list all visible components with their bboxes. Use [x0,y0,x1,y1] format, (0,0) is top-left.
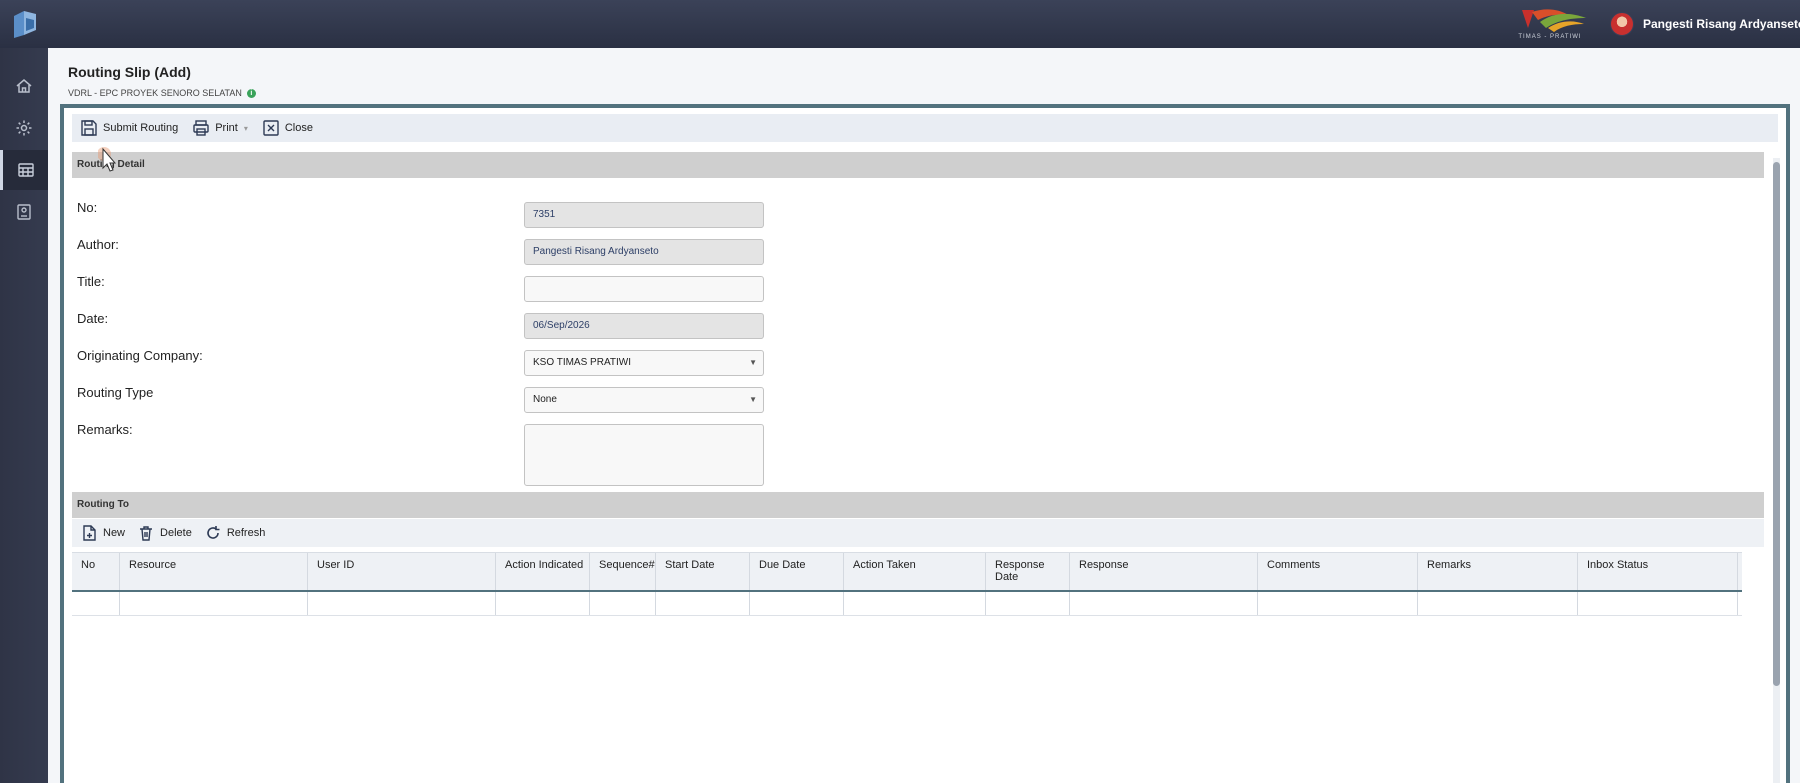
company-select-value: KSO TIMAS PRATIWI [533,357,631,368]
column-header-due-date[interactable]: Due Date [750,553,844,590]
remarks-textarea[interactable] [524,424,764,486]
title-label: Title: [77,274,105,289]
column-header-response[interactable]: Response [1070,553,1258,590]
info-icon[interactable]: i [246,88,256,98]
new-label: New [103,527,126,539]
column-header-sequence[interactable]: Sequence# [590,553,656,590]
dashboard-icon [17,163,34,177]
main-toolbar: Submit Routing Print ▾ Close [72,114,1778,142]
trash-icon [140,526,153,541]
app-logo[interactable] [10,8,40,40]
print-button[interactable]: Print [192,119,238,137]
brand-logo-text: TIMAS - PRATIWI [1518,34,1582,40]
sidebar-item-dashboard[interactable] [0,150,48,190]
title-field[interactable] [524,276,764,302]
sidebar-item-documents[interactable] [0,192,48,232]
grid-header: No Resource User ID Action Indicated Seq… [72,552,1742,592]
routing-type-label: Routing Type [77,385,154,400]
top-bar: TIMAS - PRATIWI Pangesti Risang Ardyanse… [0,0,1800,48]
save-icon [81,120,97,136]
home-icon [16,79,32,93]
column-header-start-date[interactable]: Start Date [656,553,750,590]
refresh-label: Refresh [226,527,266,539]
close-icon [263,120,279,136]
column-header-user-id[interactable]: User ID [308,553,496,590]
column-header-resource[interactable]: Resource [120,553,308,590]
routing-type-select[interactable]: None ▼ [524,387,764,413]
refresh-icon [207,526,220,539]
no-field: 7351 [524,202,764,228]
chevron-down-icon: ▼ [749,395,757,404]
gear-icon [16,120,32,136]
routing-to-grid: No Resource User ID Action Indicated Seq… [72,552,1742,616]
author-field: Pangesti Risang Ardyanseto [524,239,764,265]
column-header-no[interactable]: No [72,553,120,590]
document-icon [17,204,31,220]
printer-icon [193,120,209,136]
column-header-action-taken[interactable]: Action Taken [844,553,986,590]
company-select[interactable]: KSO TIMAS PRATIWI ▼ [524,350,764,376]
table-row[interactable] [72,592,1742,616]
chevron-down-icon: ▼ [749,358,757,367]
scrollbar-thumb[interactable] [1773,162,1780,686]
close-label: Close [284,122,313,134]
user-name[interactable]: Pangesti Risang Ardyanseto [1643,17,1800,31]
column-header-remarks[interactable]: Remarks [1418,553,1578,590]
close-button[interactable]: Close [262,119,313,137]
delete-label: Delete [160,527,192,539]
sidebar-item-settings[interactable] [0,108,48,148]
sidebar-item-home[interactable] [0,66,48,106]
new-document-icon [83,525,96,541]
routing-to-header[interactable]: Routing To [72,492,1764,518]
main-content: Routing Slip (Add) VDRL - EPC PROYEK SEN… [48,48,1800,783]
remarks-label: Remarks: [77,422,133,437]
print-dropdown-icon[interactable]: ▾ [244,124,248,133]
refresh-button[interactable]: Refresh [204,524,266,542]
sidebar [0,48,48,783]
delete-button[interactable]: Delete [137,524,192,542]
vertical-scrollbar[interactable] [1773,158,1780,783]
column-header-inbox-status[interactable]: Inbox Status [1578,553,1738,590]
column-header-response-date[interactable]: Response Date [986,553,1070,590]
date-label: Date: [77,311,109,326]
routing-detail-header[interactable]: Routing Detail [72,152,1764,178]
print-label: Print [215,122,238,134]
submit-routing-button[interactable]: Submit Routing [80,119,178,137]
submit-routing-label: Submit Routing [103,122,179,134]
new-button[interactable]: New [80,524,125,542]
mouse-cursor-icon [98,147,117,172]
routing-slip-panel: Submit Routing Print ▾ Close Routing Det… [60,104,1790,783]
page-title: Routing Slip (Add) [68,64,191,80]
routing-to-toolbar: New Delete Refresh [72,519,1764,547]
project-name: VDRL - EPC PROYEK SENORO SELATAN [68,88,242,98]
company-label: Originating Company: [77,348,203,363]
date-field: 06/Sep/2026 [524,313,764,339]
routing-type-select-value: None [533,394,557,405]
column-header-action-indicated[interactable]: Action Indicated [496,553,590,590]
column-header-comments[interactable]: Comments [1258,553,1418,590]
author-label: Author: [77,237,119,252]
no-label: No: [77,200,98,215]
page-subtitle: VDRL - EPC PROYEK SENORO SELATAN i [68,88,256,98]
avatar[interactable] [1610,12,1634,36]
